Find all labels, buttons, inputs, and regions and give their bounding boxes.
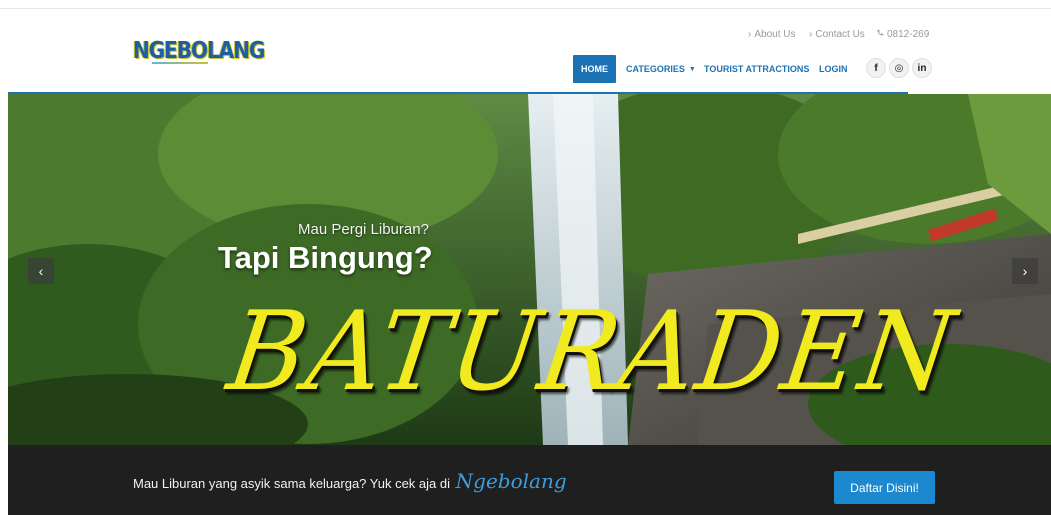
top-divider [0, 8, 1051, 9]
hero-headline: BATURADEN [220, 286, 964, 416]
caret-down-icon: ▼ [688, 65, 696, 73]
slider-prev-button[interactable]: ‹ [28, 258, 54, 284]
nav-categories[interactable]: CATEGORIES ▼ [626, 55, 696, 83]
phone-icon [877, 29, 884, 36]
register-button[interactable]: Daftar Disini! [834, 471, 935, 504]
about-us-link[interactable]: › About Us [748, 29, 795, 40]
chevron-right-icon: › [1022, 263, 1028, 279]
nav-categories-label: CATEGORIES [626, 64, 685, 74]
contact-us-label: Contact Us [815, 29, 865, 40]
cta-band-message: Mau Liburan yang asyik sama keluarga? Yu… [133, 476, 451, 491]
nav-home[interactable]: HOME [573, 55, 616, 83]
chevron-right-icon: › [748, 29, 752, 40]
about-us-label: About Us [754, 29, 796, 40]
hero-subtitle: Mau Pergi Liburan? [298, 221, 429, 238]
nav-home-label: HOME [581, 64, 608, 74]
cta-band-brand: Ngebolang [455, 469, 567, 493]
facebook-icon[interactable]: f [866, 58, 886, 78]
linkedin-icon[interactable]: in [912, 58, 932, 78]
cta-band-text: Mau Liburan yang asyik sama keluarga? Yu… [133, 469, 567, 493]
contact-us-link[interactable]: › Contact Us [809, 29, 865, 40]
phone-number: 0812-269 [887, 29, 930, 40]
register-button-label: Daftar Disini! [850, 480, 919, 495]
logo-underline [152, 62, 208, 64]
site-logo[interactable]: NGEBOLANG [133, 36, 265, 64]
chevron-left-icon: ‹ [38, 263, 44, 279]
nav-login-label: LOGIN [819, 64, 848, 74]
hero-slider: Mau Pergi Liburan? Tapi Bingung? BATURAD… [8, 94, 1051, 445]
nav-tourist-label: TOURIST ATTRACTIONS [704, 64, 810, 74]
nav-tourist-attractions[interactable]: TOURIST ATTRACTIONS [704, 55, 809, 83]
slider-next-button[interactable]: › [1012, 258, 1038, 284]
hero-title: Tapi Bingung? [218, 240, 433, 275]
chevron-right-icon: › [809, 29, 813, 40]
phone-link[interactable]: 0812-269 [876, 29, 929, 40]
nav-login[interactable]: LOGIN [819, 55, 848, 83]
instagram-icon[interactable]: ◎ [889, 58, 909, 78]
cta-band: Mau Liburan yang asyik sama keluarga? Yu… [8, 445, 1051, 515]
